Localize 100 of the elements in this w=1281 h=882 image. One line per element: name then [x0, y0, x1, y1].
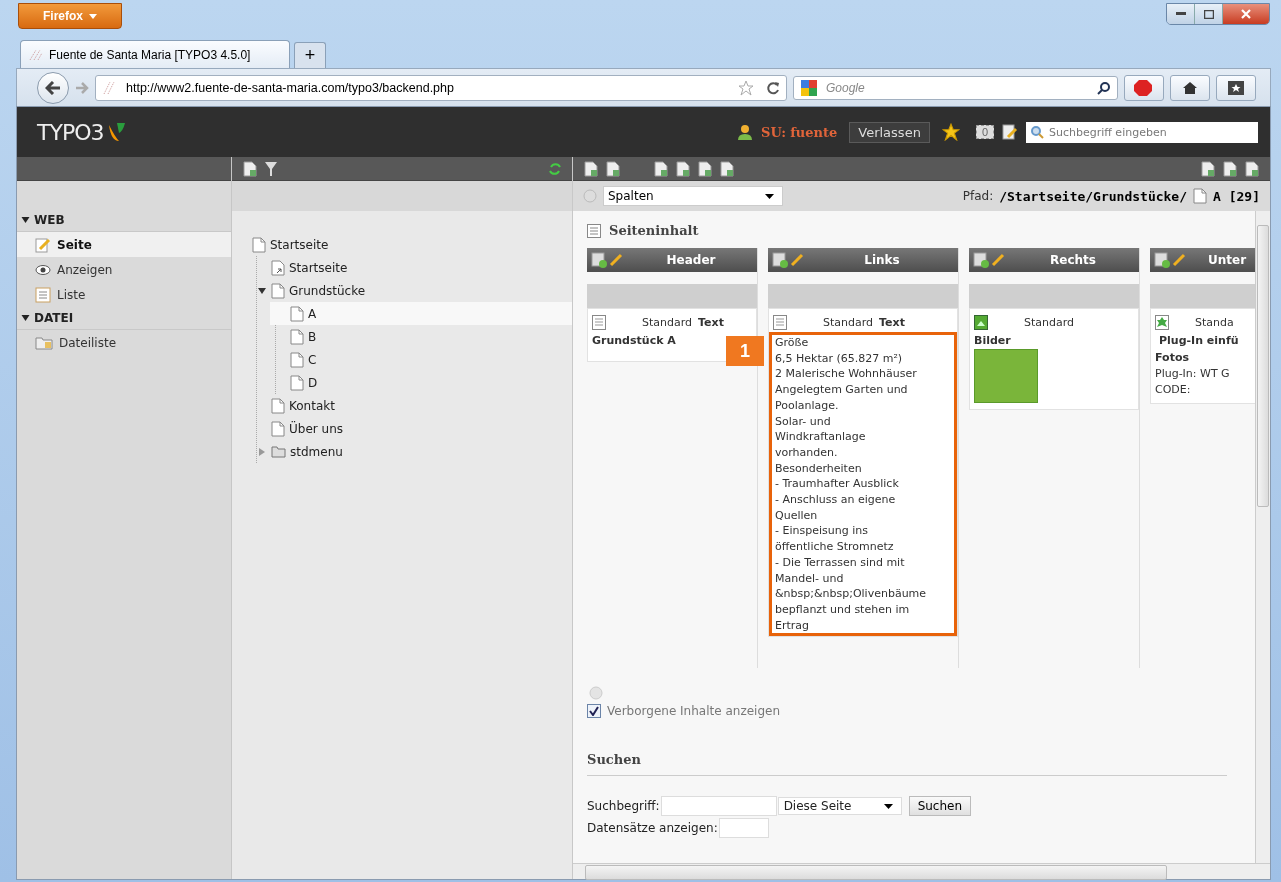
browser-tab[interactable]: Fuente de Santa Maria [TYPO3 4.5.0]	[20, 40, 290, 68]
element-text-line: öffentliche Stromnetz	[775, 539, 895, 555]
module-item[interactable]: Anzeigen	[17, 257, 231, 282]
folder-icon	[271, 445, 286, 458]
refresh-icon[interactable]	[548, 160, 562, 177]
back-arrow-icon	[45, 80, 61, 95]
tree-item[interactable]: Über uns	[257, 417, 572, 440]
element-type-name: Text	[698, 316, 724, 329]
module-item[interactable]: Seite	[17, 232, 231, 257]
new-page-icon[interactable]	[242, 160, 258, 177]
bookmarks-button[interactable]	[1216, 74, 1256, 101]
search-term-field[interactable]	[660, 796, 777, 816]
element-text-line: Angelegtem Garten und	[775, 382, 909, 398]
tree-item[interactable]: stdmenu	[257, 440, 572, 463]
typo3-logo[interactable]: TYPO3	[37, 119, 128, 145]
maximize-button[interactable]	[1195, 4, 1223, 24]
star-icon[interactable]	[941, 123, 960, 141]
new-content-icon[interactable]	[1154, 252, 1170, 268]
page-shortcut-icon	[271, 259, 285, 276]
element-text-line: - Traumhafter Ausblick	[775, 476, 900, 493]
horizontal-scrollbar[interactable]	[573, 863, 1270, 879]
caret-icon	[765, 193, 774, 199]
minimize-button[interactable]	[1167, 4, 1195, 24]
element-text-line: Plug-In: WT G	[1155, 366, 1231, 382]
checkbox[interactable]	[587, 704, 601, 718]
google-logo-icon[interactable]	[800, 78, 818, 97]
home-button[interactable]	[1170, 74, 1210, 101]
new-content-icon[interactable]	[973, 252, 989, 268]
tree-item[interactable]: Startseite	[238, 233, 572, 256]
page-title: A [29]	[1213, 188, 1260, 204]
pencil-icon[interactable]	[1172, 253, 1186, 267]
close-icon	[1241, 9, 1251, 19]
address-bar[interactable]: http://www2.fuente-de-santa-maria.com/typo3/backend.php	[95, 74, 787, 101]
view-select[interactable]: Spalten	[603, 186, 783, 206]
logout-button[interactable]: Verlassen	[849, 121, 930, 143]
element-text-line: Mandel- und	[775, 570, 845, 587]
tree-item[interactable]: D	[276, 371, 572, 394]
search-field[interactable]: Suchbegriff eingeben	[1026, 121, 1258, 143]
module-item[interactable]: Dateiliste	[17, 330, 231, 355]
adblock-button[interactable]	[1124, 74, 1164, 101]
new-content-icon[interactable]	[772, 252, 788, 268]
pencil-icon[interactable]	[991, 253, 1005, 267]
column-header: Header	[587, 248, 757, 272]
new-tab-button[interactable]: +	[294, 42, 326, 68]
home-icon	[1182, 80, 1198, 95]
element-text-line: Ertrag	[775, 617, 811, 634]
column-header: Rechts	[969, 248, 1139, 272]
triangle-icon	[21, 216, 30, 224]
tree-item[interactable]: Grundstücke	[257, 279, 572, 302]
tree-item[interactable]: Kontakt	[257, 394, 572, 417]
image-thumbnail	[974, 349, 1038, 403]
module-item[interactable]: Liste	[17, 282, 231, 307]
tree-item[interactable]: Startseite	[257, 256, 572, 279]
expanded-arrow-icon[interactable]	[258, 286, 266, 295]
tree-item[interactable]: B	[276, 325, 572, 348]
maximize-icon	[1203, 9, 1214, 19]
vertical-scrollbar[interactable]	[1255, 211, 1270, 863]
new-content-icon[interactable]	[591, 252, 607, 268]
records-count-field[interactable]	[718, 818, 769, 838]
text-element-icon	[773, 315, 787, 330]
content-element[interactable]: Standard Bilder	[969, 308, 1139, 410]
column-header: Unter	[1150, 248, 1255, 272]
eye-icon	[35, 263, 51, 276]
tree-item[interactable]: A	[270, 302, 572, 325]
element-text-line: Besonderheiten	[775, 460, 863, 477]
element-text-line: - Einspeisung ins	[775, 523, 869, 540]
content-icon	[587, 223, 601, 238]
pencil-icon[interactable]	[790, 253, 804, 267]
folder-icon	[35, 335, 53, 350]
element-text-line: CODE:	[1155, 381, 1192, 398]
checkbox-label[interactable]: Verborgene Inhalte anzeigen	[607, 704, 780, 718]
element-type: Standa	[1195, 316, 1234, 329]
module-group-header[interactable]: DATEI	[17, 307, 231, 330]
search-icon	[1030, 125, 1044, 139]
page-icon	[252, 236, 266, 253]
new-record-icon[interactable]	[583, 160, 599, 177]
column-header: Links	[768, 248, 958, 272]
search-scope-select[interactable]: Diese Seite	[777, 797, 902, 815]
page-icon	[1193, 188, 1208, 204]
filter-icon[interactable]	[264, 160, 278, 177]
element-header: Plug-In einfü	[1158, 334, 1240, 347]
content-element[interactable]: Standa Plug-In einfü Fotos Plug-In: WT G CODE:	[1150, 308, 1255, 405]
edit-icon[interactable]	[1002, 124, 1018, 140]
new-content-icon[interactable]	[605, 160, 621, 177]
bookmark-star-icon	[1228, 80, 1244, 95]
path-label: Pfad:	[962, 189, 994, 203]
close-button[interactable]	[1223, 4, 1269, 24]
web-search-field[interactable]: Google	[793, 75, 1118, 100]
star-icon[interactable]	[738, 79, 754, 96]
count-badge[interactable]: 0	[975, 125, 994, 139]
user-name[interactable]: SU: fuente	[761, 124, 838, 140]
search-icon[interactable]	[1097, 80, 1111, 95]
callout-marker: 1	[726, 336, 764, 366]
back-button[interactable]	[37, 71, 69, 104]
tree-item[interactable]: C	[276, 348, 572, 371]
pencil-icon[interactable]	[609, 253, 623, 267]
reload-icon[interactable]	[766, 80, 780, 95]
path-text: /Startseite/Grundstücke/	[999, 188, 1188, 204]
minimize-icon	[1175, 12, 1186, 16]
search-button[interactable]: Suchen	[908, 796, 972, 816]
